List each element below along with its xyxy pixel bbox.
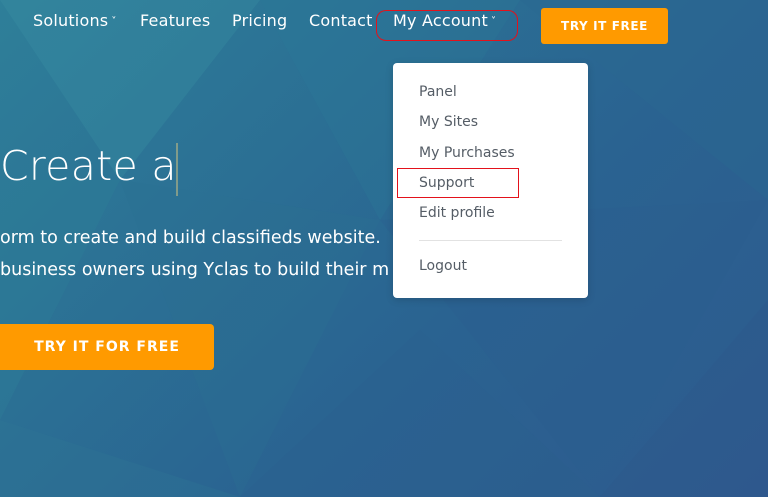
- my-account-highlight-annotation: [376, 10, 518, 41]
- support-highlight-annotation: [397, 168, 519, 198]
- background-polygons: [0, 0, 768, 497]
- menu-item-my-sites[interactable]: My Sites: [419, 114, 478, 130]
- top-navigation: Solutions ˅ Features Pricing Contact My A…: [0, 0, 768, 50]
- menu-divider: [419, 240, 562, 241]
- hero-description-line-1: orm to create and build classifieds webs…: [0, 228, 381, 248]
- hero-title: Create a: [0, 142, 177, 190]
- chevron-down-icon: ˅: [111, 16, 117, 27]
- menu-item-panel[interactable]: Panel: [419, 84, 457, 100]
- try-it-for-free-button[interactable]: TRY IT FOR FREE: [0, 324, 214, 370]
- nav-contact[interactable]: Contact: [309, 11, 373, 30]
- nav-solutions[interactable]: Solutions ˅: [33, 11, 117, 30]
- menu-item-edit-profile[interactable]: Edit profile: [419, 205, 495, 221]
- nav-solutions-label: Solutions: [33, 11, 109, 30]
- menu-item-my-purchases[interactable]: My Purchases: [419, 145, 515, 161]
- nav-features[interactable]: Features: [140, 11, 210, 30]
- typing-cursor: [176, 143, 178, 196]
- nav-pricing[interactable]: Pricing: [232, 11, 287, 30]
- menu-item-logout[interactable]: Logout: [419, 258, 467, 274]
- try-it-free-button[interactable]: TRY IT FREE: [541, 8, 668, 44]
- hero-description-line-2: business owners using Yclas to build the…: [0, 260, 390, 280]
